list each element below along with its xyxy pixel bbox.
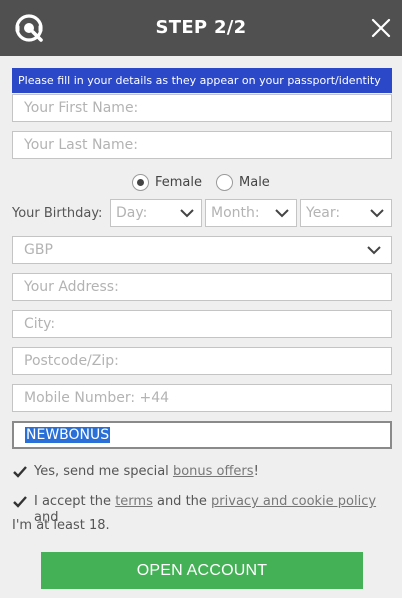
age-confirmation-text: I'm at least 18.	[12, 518, 110, 533]
header: STEP 2/2	[0, 0, 402, 56]
chevron-down-icon	[180, 209, 194, 218]
chevron-down-icon	[275, 209, 289, 218]
birthday-day-value: Day:	[116, 205, 148, 221]
first-name-input[interactable]: Your First Name:	[12, 94, 392, 122]
close-icon[interactable]	[370, 17, 392, 39]
promo-code-value: NEWBONUS	[25, 427, 111, 443]
birthday-label: Your Birthday:	[12, 206, 103, 221]
chevron-down-icon	[367, 246, 381, 255]
gender-radio-group: Female Male	[132, 172, 284, 192]
currency-value: GBP	[24, 242, 53, 258]
gender-female-radio[interactable]: Female	[132, 173, 203, 191]
bonus-offers-link[interactable]: bonus offers	[173, 464, 254, 479]
radio-selected-icon	[132, 173, 149, 191]
gender-male-radio[interactable]: Male	[216, 173, 270, 191]
terms-checkbox[interactable]	[12, 494, 28, 510]
gender-male-label: Male	[239, 174, 270, 190]
last-name-input[interactable]: Your Last Name:	[12, 131, 392, 159]
page-title: STEP 2/2	[155, 17, 247, 38]
bonus-offers-label: Yes, send me special bonus offers!	[34, 464, 259, 479]
gender-female-label: Female	[155, 174, 203, 190]
birthday-day-select[interactable]: Day:	[110, 199, 202, 227]
address-input[interactable]: Your Address:	[12, 273, 392, 301]
birthday-year-value: Year:	[306, 205, 341, 221]
radio-unselected-icon	[216, 173, 234, 191]
passport-notice: Please fill in your details as they appe…	[12, 68, 392, 93]
birthday-month-value: Month:	[211, 205, 260, 221]
currency-select[interactable]: GBP	[12, 236, 392, 264]
promo-code-input[interactable]: NEWBONUS	[12, 421, 392, 449]
mobile-number-input[interactable]: Mobile Number: +44	[12, 384, 392, 412]
bonus-offers-checkbox[interactable]	[12, 464, 28, 480]
chevron-down-icon	[370, 209, 384, 218]
privacy-policy-link[interactable]: privacy and cookie policy	[211, 494, 376, 509]
birthday-month-select[interactable]: Month:	[205, 199, 297, 227]
postcode-input[interactable]: Postcode/Zip:	[12, 347, 392, 375]
city-input[interactable]: City:	[12, 310, 392, 338]
open-account-button[interactable]: OPEN ACCOUNT	[41, 552, 363, 589]
birthday-year-select[interactable]: Year:	[300, 199, 392, 227]
bonus-offers-row: Yes, send me special bonus offers!	[12, 464, 259, 480]
terms-link[interactable]: terms	[115, 494, 153, 509]
